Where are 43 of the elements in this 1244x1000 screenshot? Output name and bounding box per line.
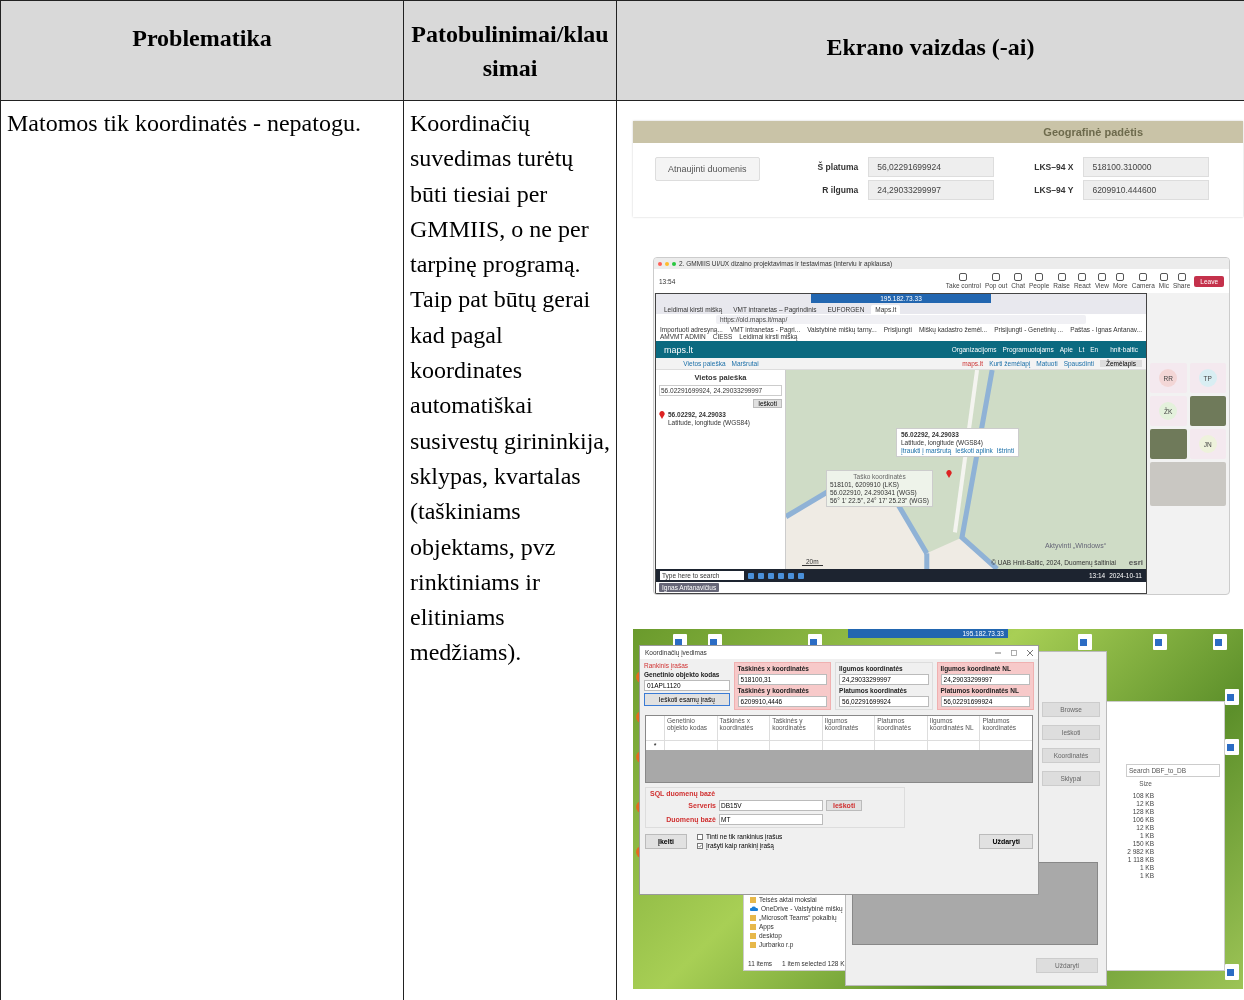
square-icon xyxy=(959,273,968,281)
checkbox[interactable] xyxy=(696,842,703,849)
square-icon xyxy=(1139,273,1148,281)
file-icon[interactable] xyxy=(1225,739,1239,755)
square-icon xyxy=(1177,273,1186,281)
field-label: R ilguma xyxy=(821,185,859,195)
square-icon xyxy=(1078,273,1087,281)
cloud-icon xyxy=(750,906,758,911)
square-icon xyxy=(1035,273,1044,281)
readonly-field[interactable]: 24,29033299997 xyxy=(868,180,995,200)
pin-icon xyxy=(659,411,665,419)
file-icon[interactable] xyxy=(1225,964,1239,980)
esri-logo: esri xyxy=(1128,558,1143,567)
file-icon[interactable] xyxy=(1225,689,1239,705)
field-label: LKS–94 X xyxy=(1033,162,1074,172)
square-icon xyxy=(1116,273,1125,281)
close-icon[interactable] xyxy=(1027,649,1033,656)
square-icon xyxy=(992,273,1001,281)
file-icon[interactable] xyxy=(1153,634,1167,650)
pin-icon xyxy=(946,470,952,478)
column-header: Patobulinimai/klausimai xyxy=(410,20,610,83)
field-label: LKS–94 Y xyxy=(1033,185,1074,195)
readonly-field[interactable]: 518100.310000 xyxy=(1083,157,1210,177)
field-label: Š platuma xyxy=(816,162,859,172)
square-icon xyxy=(1014,273,1023,281)
refresh-button[interactable]: Atnaujinti duomenis xyxy=(655,157,760,181)
square-icon xyxy=(1097,273,1106,281)
file-icon[interactable] xyxy=(1213,634,1227,650)
improvement-text: Koordinačių suvedimas turėtų būti tiesiai per GMMIIS, o ne per tarpinę programą. Taip pat būtų gerai kad pagal koordinates automatiškai susivestų girininkija, sklypas, kvartalas (taškiniams objektams, pvz rinktiniams ir elitiniams medžiams). xyxy=(410,110,610,666)
square-icon xyxy=(1159,273,1168,281)
column-header: Ekrano vaizdas (-ai) xyxy=(826,32,1035,62)
checkbox[interactable] xyxy=(696,833,703,840)
video-placeholder xyxy=(1150,429,1187,459)
section-title: Geografinė padėtis xyxy=(1043,126,1143,138)
file-icon[interactable] xyxy=(1078,634,1092,650)
folder-icon xyxy=(750,896,756,903)
column-header: Problematika xyxy=(132,24,272,53)
readonly-field[interactable]: 56,02291699924 xyxy=(868,157,995,177)
site-logo[interactable]: maps.lt xyxy=(664,344,693,355)
square-icon xyxy=(1057,273,1066,281)
readonly-field[interactable]: 6209910.444600 xyxy=(1083,180,1210,200)
problem-text: Matomos tik koordinatės - nepatogu. xyxy=(7,110,361,136)
video-placeholder xyxy=(1189,396,1226,426)
